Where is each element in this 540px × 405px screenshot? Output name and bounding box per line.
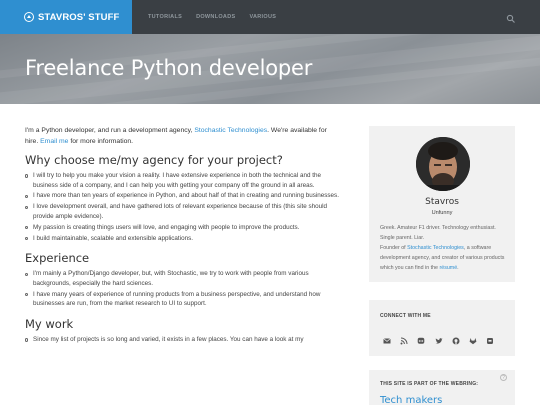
help-icon[interactable]: ? <box>500 374 507 381</box>
page-title: Freelance Python developer <box>25 56 313 80</box>
avatar <box>416 137 470 191</box>
brand-logo-icon <box>24 12 34 22</box>
list-item: I have many years of experience of runni… <box>25 290 340 309</box>
list-item: I build maintainable, scalable and exten… <box>25 234 340 244</box>
experience-list: I'm mainly a Python/Django developer, bu… <box>25 269 340 309</box>
twitter-icon[interactable] <box>435 332 443 344</box>
bullet-icon <box>25 226 29 230</box>
main-content: I'm a Python developer, and run a develo… <box>25 126 340 346</box>
profile-name: Stavros <box>425 197 459 207</box>
list-item: I have more than ten years of experience… <box>25 191 340 201</box>
bullet-icon <box>25 205 29 209</box>
hero-banner: Freelance Python developer <box>0 34 540 104</box>
email-link[interactable]: Email me <box>40 138 68 145</box>
webring-card: THIS SITE IS PART OF THE WEBRING: ? Tech… <box>369 370 515 405</box>
gitlab-icon[interactable] <box>469 332 477 345</box>
intro-text: for more information. <box>68 137 134 145</box>
bullet-icon <box>25 236 29 241</box>
bullet-icon <box>25 293 29 297</box>
rss-icon[interactable] <box>400 332 408 345</box>
mastodon-icon[interactable] <box>417 332 425 344</box>
email-icon[interactable] <box>383 332 391 344</box>
search-icon[interactable] <box>506 11 516 23</box>
list-item: I'm mainly a Python/Django developer, bu… <box>25 269 340 288</box>
resume-link[interactable]: résumé <box>439 265 457 271</box>
webring-link[interactable]: Tech makers <box>380 395 442 405</box>
keybase-icon[interactable] <box>486 332 494 344</box>
webring-title: THIS SITE IS PART OF THE WEBRING: <box>380 381 479 387</box>
nav-item-downloads[interactable]: DOWNLOADS <box>196 14 235 20</box>
main-nav: TUTORIALS DOWNLOADS VARIOUS <box>148 0 276 34</box>
intro-text: I'm a Python developer, and run a develo… <box>25 127 195 134</box>
intro-paragraph: I'm a Python developer, and run a develo… <box>25 126 340 147</box>
connect-card: CONNECT WITH ME <box>369 300 515 356</box>
brand-name: STAVROS' STUFF <box>38 11 120 23</box>
nav-item-tutorials[interactable]: TUTORIALS <box>148 14 182 20</box>
agency-link[interactable]: Stochastic Technologies <box>407 245 464 251</box>
bullet-icon <box>25 194 29 199</box>
bullet-icon <box>25 338 29 342</box>
section-heading-why: Why choose me/my agency for your project… <box>25 153 283 167</box>
profile-tagline: Unfunny <box>431 210 453 216</box>
list-item: Since my list of projects is so long and… <box>25 335 340 345</box>
bullet-icon <box>25 174 29 178</box>
section-heading-work: My work <box>25 317 74 332</box>
list-item: My passion is creating things users will… <box>25 223 340 233</box>
brand-link[interactable]: STAVROS' STUFF <box>0 0 132 34</box>
list-item: I will try to help you make your vision … <box>25 171 340 190</box>
social-links <box>383 332 494 345</box>
why-list: I will try to help you make your vision … <box>25 171 340 243</box>
github-icon[interactable] <box>452 332 460 345</box>
bullet-icon <box>25 272 29 276</box>
list-item: I love development overall, and have gat… <box>25 202 340 221</box>
agency-link[interactable]: Stochastic Technologies <box>194 127 267 134</box>
section-heading-experience: Experience <box>25 251 90 266</box>
connect-title: CONNECT WITH ME <box>380 313 431 319</box>
profile-bio: Greek. Amateur F1 driver. Technology ent… <box>380 225 505 271</box>
top-navbar: STAVROS' STUFF TUTORIALS DOWNLOADS VARIO… <box>0 0 540 34</box>
profile-card: Stavros Unfunny Greek. Amateur F1 driver… <box>369 126 515 282</box>
work-list: Since my list of projects is so long and… <box>25 335 340 345</box>
nav-item-various[interactable]: VARIOUS <box>249 14 276 20</box>
